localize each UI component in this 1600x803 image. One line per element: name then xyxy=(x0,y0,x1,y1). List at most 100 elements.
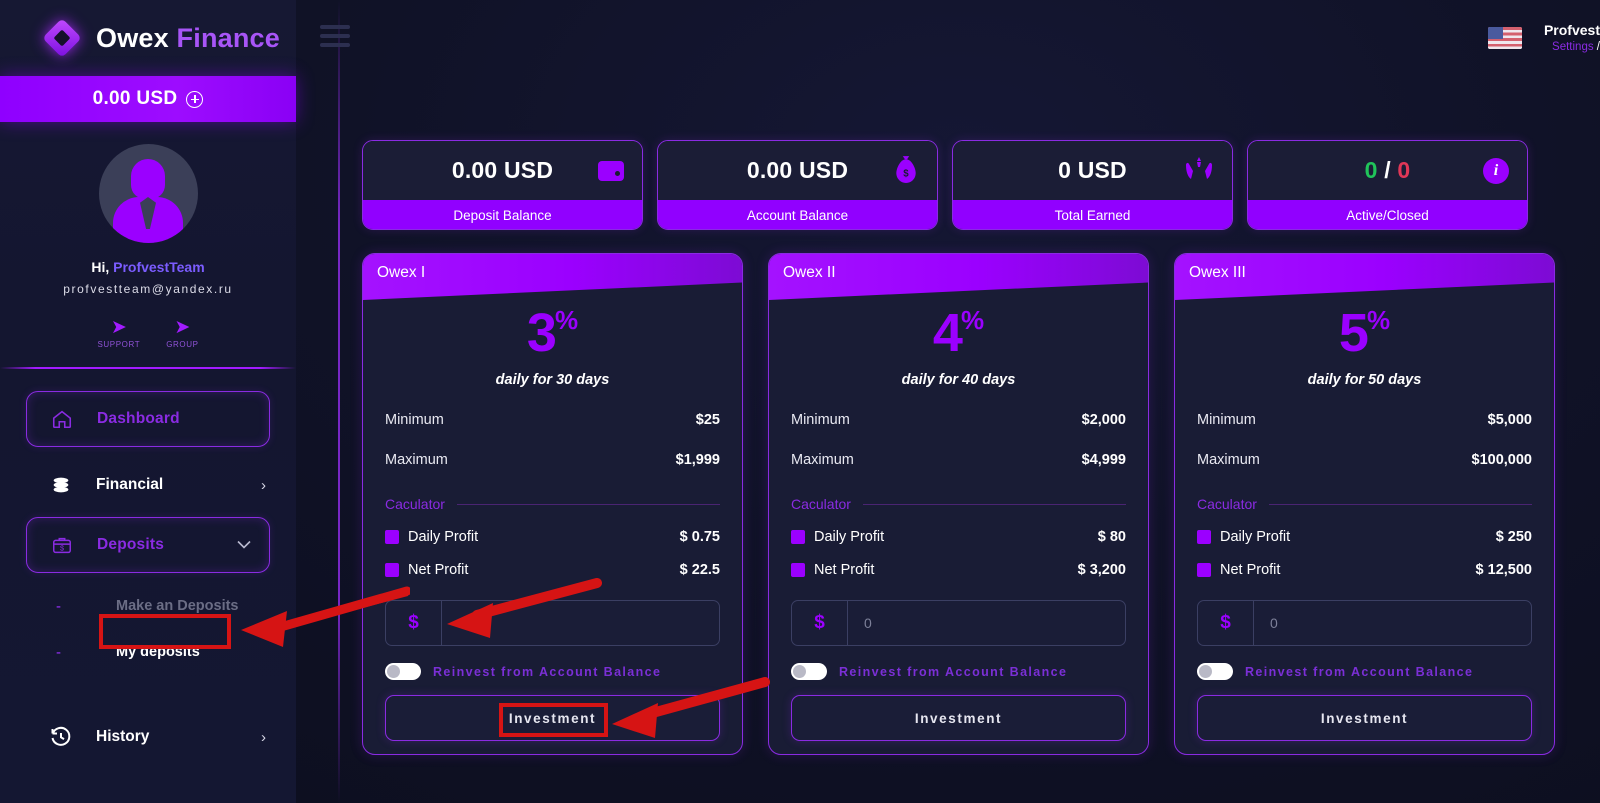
social-support[interactable]: ➤ SUPPORT xyxy=(97,318,141,350)
daily-profit-label: Daily Profit xyxy=(1220,529,1291,545)
svg-text:$: $ xyxy=(60,544,64,553)
plan-maximum-row: Maximum $1,999 xyxy=(385,452,720,468)
subitem-dash: - xyxy=(56,643,61,661)
sidebar-balance-value: 0.00 USD xyxy=(92,88,178,109)
stat-top: 0 / 0 i xyxy=(1248,141,1527,200)
info-icon[interactable]: i xyxy=(1483,157,1509,184)
stat-label: Active/Closed xyxy=(1248,200,1527,229)
home-icon xyxy=(49,408,75,430)
plan-header: Owex I xyxy=(363,254,742,300)
brand[interactable]: Owex Finance xyxy=(0,0,296,76)
content-left-rail xyxy=(338,0,340,803)
plan-minimum-value: $2,000 xyxy=(1081,412,1126,428)
topbar-right: Profvest Settings / xyxy=(1487,21,1600,55)
sidebar-item-history[interactable]: History › xyxy=(26,709,270,765)
profile-block: Hi, ProfvestTeam profvestteam@yandex.ru … xyxy=(0,122,296,369)
stat-card-deposit-balance: 0.00 USD Deposit Balance xyxy=(362,140,643,230)
daily-profit-value: $ 0.75 xyxy=(679,529,720,545)
sidebar-item-financial-label: Financial xyxy=(96,476,164,493)
plan-minimum-row: Minimum $2,000 xyxy=(791,412,1126,428)
amount-input[interactable] xyxy=(1254,615,1531,631)
sidebar-item-deposits[interactable]: $ Deposits xyxy=(26,517,270,573)
plan-maximum-label: Maximum xyxy=(1197,452,1260,468)
plan-card-owex-2: Owex II 4% daily for 40 days Minimum $2,… xyxy=(768,253,1149,755)
reinvest-row: Reinvest from Account Balance xyxy=(1197,663,1532,680)
plan-body: 5% daily for 50 days Minimum $5,000 Maxi… xyxy=(1175,306,1554,741)
plan-card-owex-3: Owex III 5% daily for 50 days Minimum $5… xyxy=(1174,253,1555,755)
hands-money-icon xyxy=(1184,156,1214,186)
plan-maximum-row: Maximum $4,999 xyxy=(791,452,1126,468)
daily-profit-value: $ 250 xyxy=(1495,529,1532,545)
calculator-label: Caculator xyxy=(791,496,851,512)
plan-title: Owex II xyxy=(783,264,836,281)
us-flag-icon[interactable] xyxy=(1487,27,1522,49)
plan-header: Owex III xyxy=(1175,254,1554,300)
greeting-line: Hi, ProfvestTeam xyxy=(0,259,296,275)
amount-field-group[interactable]: $ xyxy=(791,600,1126,646)
stat-top: 0 USD xyxy=(953,141,1232,200)
social-group-label: GROUP xyxy=(166,340,199,349)
brand-word-1: Owex xyxy=(96,22,169,53)
net-profit-row: Net Profit $ 22.5 xyxy=(385,562,720,578)
social-group[interactable]: ➤ GROUP xyxy=(166,318,199,350)
net-profit-value: $ 3,200 xyxy=(1077,562,1126,578)
plan-maximum-value: $100,000 xyxy=(1471,452,1532,468)
chevron-down-icon xyxy=(237,537,251,554)
sidebar-item-dashboard[interactable]: Dashboard xyxy=(26,391,270,447)
daily-profit-label: Daily Profit xyxy=(814,529,885,545)
sidebar-balance-button[interactable]: 0.00 USD xyxy=(0,76,296,122)
plan-maximum-label: Maximum xyxy=(385,452,448,468)
plan-subtitle: daily for 30 days xyxy=(495,372,610,388)
currency-symbol: $ xyxy=(792,601,848,645)
daily-profit-label: Daily Profit xyxy=(408,529,479,545)
daily-profit-value: $ 80 xyxy=(1097,529,1126,545)
reinvest-toggle[interactable] xyxy=(1197,663,1233,680)
stat-card-account-balance: 0.00 USD $ Account Balance xyxy=(657,140,938,230)
profile-username: ProfvestTeam xyxy=(113,259,205,275)
diamond-logo-icon xyxy=(42,18,82,58)
daily-profit-row: Daily Profit $ 0.75 xyxy=(385,529,720,545)
plan-percent-number: 3 xyxy=(526,303,557,363)
sidebar-item-financial[interactable]: Financial › xyxy=(26,457,270,513)
daily-profit-row: Daily Profit $ 80 xyxy=(791,529,1126,545)
plan-percent: 5% xyxy=(1197,306,1532,360)
investment-button[interactable]: Investment xyxy=(791,695,1126,741)
calculator-header: Caculator xyxy=(385,496,720,512)
settings-link[interactable]: Settings xyxy=(1552,41,1594,53)
plan-maximum-label: Maximum xyxy=(791,452,854,468)
money-bag-icon: $ xyxy=(893,155,919,187)
coins-icon xyxy=(48,474,74,496)
sidebar: Owex Finance 0.00 USD Hi, ProfvestTeam p… xyxy=(0,0,296,803)
plan-maximum-value: $1,999 xyxy=(675,452,720,468)
reinvest-toggle[interactable] xyxy=(385,663,421,680)
sidebar-item-history-label: History xyxy=(96,728,150,745)
greeting-text: Hi, xyxy=(91,259,110,275)
plan-percent-symbol: % xyxy=(1366,305,1391,335)
annotation-arrow-make-deposits xyxy=(241,586,410,647)
hamburger-menu-icon[interactable] xyxy=(320,24,350,52)
plan-percent-number: 4 xyxy=(932,303,963,363)
calculator-header: Caculator xyxy=(791,496,1126,512)
stat-card-total-earned: 0 USD Total Earned xyxy=(952,140,1233,230)
plan-title: Owex III xyxy=(1189,264,1246,281)
stat-top: 0.00 USD $ xyxy=(658,141,937,200)
user-avatar-icon xyxy=(98,144,198,243)
social-links: ➤ SUPPORT ➤ GROUP xyxy=(0,318,296,350)
chevron-right-icon: › xyxy=(261,476,266,494)
stat-card-active-closed: 0 / 0 i Active/Closed xyxy=(1247,140,1528,230)
swatch-icon xyxy=(1197,563,1211,577)
calculator-header: Caculator xyxy=(1197,496,1532,512)
plus-circle-icon[interactable] xyxy=(186,90,204,108)
calculator-label: Caculator xyxy=(385,496,445,512)
plan-percent: 3% xyxy=(385,306,720,360)
calculator-divider xyxy=(862,503,1126,505)
calculator-divider xyxy=(1268,503,1532,505)
brand-word-2: Finance xyxy=(176,22,280,53)
social-support-label: SUPPORT xyxy=(97,340,141,349)
reinvest-label: Reinvest from Account Balance xyxy=(839,664,1068,679)
subitem-dash: - xyxy=(56,597,61,615)
amount-input[interactable] xyxy=(848,615,1125,631)
reinvest-toggle[interactable] xyxy=(791,663,827,680)
investment-button[interactable]: Investment xyxy=(1197,695,1532,741)
amount-field-group[interactable]: $ xyxy=(1197,600,1532,646)
